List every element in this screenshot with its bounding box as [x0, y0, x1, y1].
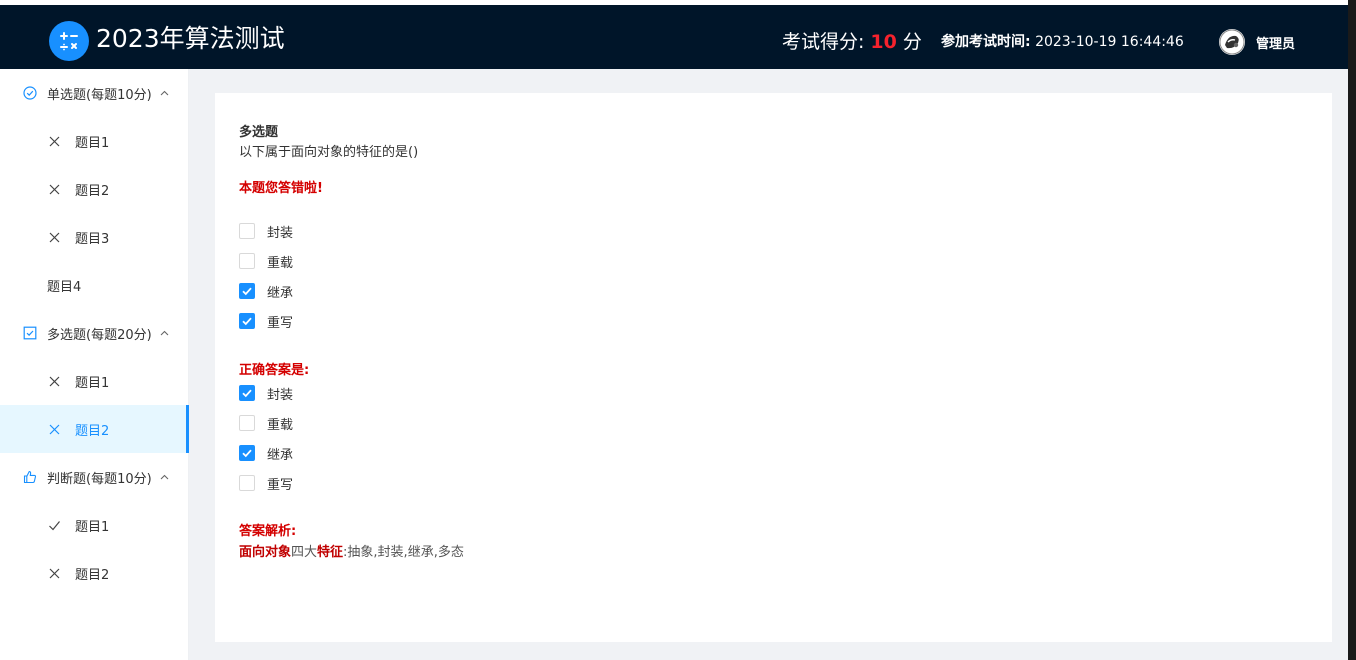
correct-answer-options: 封装 重载 继承 重写 [239, 378, 293, 498]
correct-option-b[interactable]: 重载 [239, 408, 293, 438]
check-icon [242, 449, 252, 458]
checkbox[interactable] [239, 415, 255, 431]
analysis-keyword: 面向对象 [239, 545, 292, 560]
chevron-up-icon [160, 473, 169, 482]
group-single-choice[interactable]: 单选题(每题10分) [0, 69, 188, 117]
user-answer-options: 封装 重载 继承 重写 [239, 216, 293, 336]
option-label: 继承 [267, 285, 294, 301]
cross-icon [48, 135, 61, 148]
checkbox-checked[interactable] [239, 445, 255, 461]
wrong-answer-notice: 本题您答错啦! [239, 181, 323, 196]
checkbox[interactable] [239, 223, 255, 239]
sidebar-item-label: 题目3 [75, 231, 110, 247]
option-label: 重载 [267, 255, 294, 271]
analysis-text-part: 四大 [291, 545, 318, 560]
user-option-c[interactable]: 继承 [239, 276, 293, 306]
exam-score: 考试得分: 10 分 [782, 27, 922, 55]
window-scrollbar-strip [1348, 0, 1356, 660]
group-multiple-choice[interactable]: 多选题(每题20分) [0, 309, 188, 357]
option-label: 重写 [267, 477, 294, 493]
option-label: 封装 [267, 225, 294, 241]
user-option-d[interactable]: 重写 [239, 306, 293, 336]
group-title-label: 单选题(每题10分) [47, 87, 152, 103]
checkbox-checked[interactable] [239, 313, 255, 329]
correct-answer-label: 正确答案是: [239, 363, 310, 378]
group-title-label: 多选题(每题20分) [47, 327, 152, 343]
option-label: 重载 [267, 417, 294, 433]
score-value: 10 [870, 31, 897, 53]
analysis-label: 答案解析: [239, 524, 297, 539]
sidebar-item-label: 题目1 [75, 135, 110, 151]
sidebar-item-judge-1[interactable]: 题目1 [0, 501, 188, 549]
sidebar-item-single-3[interactable]: 题目3 [0, 213, 188, 261]
calculator-icon [49, 21, 89, 61]
check-circle-icon [23, 86, 37, 100]
sidebar-item-multiple-1[interactable]: 题目1 [0, 357, 188, 405]
cross-icon [48, 375, 61, 388]
thumbs-up-icon [23, 470, 37, 484]
cross-icon [48, 423, 61, 436]
sidebar-item-judge-2[interactable]: 题目2 [0, 549, 188, 597]
check-icon [242, 389, 252, 398]
exam-time-value: 2023-10-19 16:44:46 [1035, 34, 1184, 50]
chevron-up-icon [160, 329, 169, 338]
question-card: 多选题 以下属于面向对象的特征的是() 本题您答错啦! 封装 重载 继承 重写 … [215, 93, 1332, 642]
correct-option-a[interactable]: 封装 [239, 378, 293, 408]
check-square-icon [23, 326, 37, 340]
sidebar-item-label: 题目1 [75, 375, 110, 391]
checkbox[interactable] [239, 475, 255, 491]
sidebar-item-label: 题目1 [75, 519, 110, 535]
top-header: 2023年算法测试 考试得分: 10 分 参加考试时间: 2023-10-19 … [0, 5, 1348, 69]
question-sidebar: 单选题(每题10分) 题目1 题目2 题目3 题目4 多选题(每题20分) 题目… [0, 69, 189, 660]
exam-time: 参加考试时间: 2023-10-19 16:44:46 [941, 31, 1184, 51]
group-true-false[interactable]: 判断题(每题10分) [0, 453, 188, 501]
analysis-text: 面向对象四大特征:抽象,封装,继承,多态 [239, 541, 464, 560]
sidebar-item-single-4[interactable]: 题目4 [0, 261, 188, 309]
check-icon [242, 317, 252, 326]
user-name[interactable]: 管理员 [1256, 33, 1295, 52]
analysis-text-part: :抽象,封装,继承,多态 [343, 545, 464, 560]
cross-icon [48, 183, 61, 196]
sidebar-item-single-2[interactable]: 题目2 [0, 165, 188, 213]
sidebar-item-label: 题目2 [75, 567, 110, 583]
cross-icon [48, 231, 61, 244]
checkbox[interactable] [239, 253, 255, 269]
avatar[interactable] [1219, 29, 1245, 55]
user-menu[interactable]: 管理员 [1219, 29, 1295, 55]
group-title-label: 判断题(每题10分) [47, 471, 152, 487]
check-icon [242, 287, 252, 296]
analysis-keyword: 特征 [317, 545, 344, 560]
user-option-a[interactable]: 封装 [239, 216, 293, 246]
correct-option-d[interactable]: 重写 [239, 468, 293, 498]
question-type: 多选题 [239, 125, 279, 140]
correct-option-c[interactable]: 继承 [239, 438, 293, 468]
main-content: 多选题 以下属于面向对象的特征的是() 本题您答错啦! 封装 重载 继承 重写 … [189, 69, 1348, 660]
checkbox-checked[interactable] [239, 385, 255, 401]
user-option-b[interactable]: 重载 [239, 246, 293, 276]
question-stem: 以下属于面向对象的特征的是() [239, 145, 419, 160]
option-label: 封装 [267, 387, 294, 403]
check-icon [48, 519, 61, 532]
cross-icon [48, 567, 61, 580]
option-label: 重写 [267, 315, 294, 331]
option-label: 继承 [267, 447, 294, 463]
score-label: 考试得分: [782, 31, 865, 53]
sidebar-item-label: 题目2 [75, 183, 110, 199]
sidebar-item-label: 题目4 [47, 279, 82, 295]
checkbox-checked[interactable] [239, 283, 255, 299]
sidebar-item-multiple-2[interactable]: 题目2 [0, 405, 189, 453]
sidebar-item-single-1[interactable]: 题目1 [0, 117, 188, 165]
exam-result-page: 2023年算法测试 考试得分: 10 分 参加考试时间: 2023-10-19 … [0, 0, 1356, 660]
chevron-up-icon [160, 89, 169, 98]
sidebar-item-label: 题目2 [75, 423, 110, 439]
exam-time-label: 参加考试时间: [941, 34, 1031, 50]
score-unit: 分 [902, 31, 922, 53]
app-title: 2023年算法测试 [96, 24, 285, 53]
